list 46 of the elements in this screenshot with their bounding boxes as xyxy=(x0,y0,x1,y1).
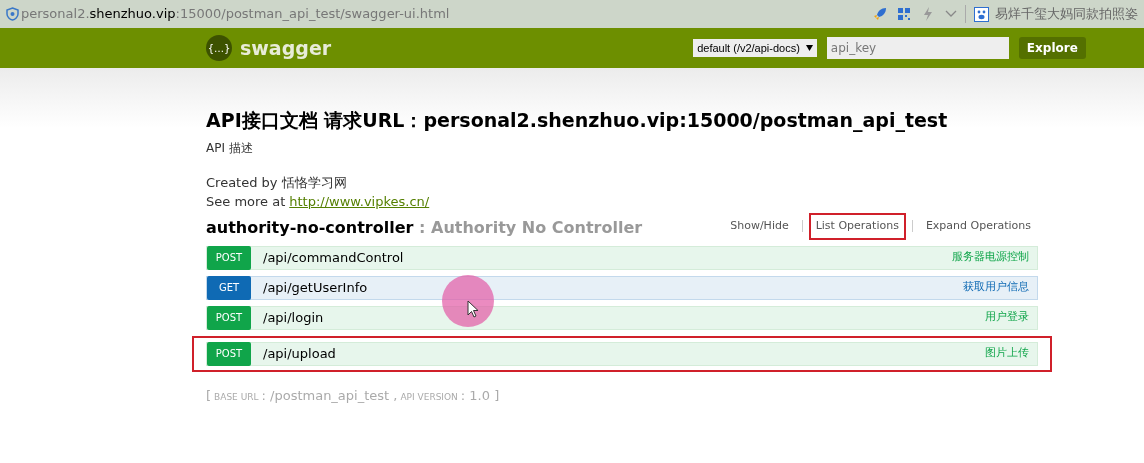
created-by-text: Created by 恬恪学习网 xyxy=(206,173,348,192)
logo-icon: {…} xyxy=(206,35,232,61)
chevron-down-icon[interactable] xyxy=(945,10,957,18)
method-badge: POST xyxy=(207,341,251,366)
operation-summary: 图片上传 xyxy=(985,345,1029,362)
brand-name: swagger xyxy=(240,35,332,61)
see-more-text: See more at xyxy=(206,193,286,211)
method-badge: POST xyxy=(207,245,251,270)
operation-summary: 服务器电源控制 xyxy=(952,249,1029,266)
api-key-field[interactable]: api_key xyxy=(826,37,1009,59)
operation-row[interactable]: POST /api/commandControl 服务器电源控制 xyxy=(206,245,1038,270)
operation-row[interactable]: POST /api/upload 图片上传 xyxy=(206,341,1038,366)
operation-path: /api/upload xyxy=(263,344,336,363)
action-link[interactable]: Show/Hide xyxy=(723,213,796,240)
action-link[interactable]: Expand Operations xyxy=(918,213,1038,240)
method-badge: POST xyxy=(207,305,251,330)
spec-select[interactable]: default (/v2/api-docs) xyxy=(693,39,817,57)
tab-title[interactable]: 易烊千玺大妈同款拍照姿 xyxy=(995,4,1138,24)
resource-description: : Authority No Controller xyxy=(418,217,643,237)
shield-icon xyxy=(6,7,19,21)
cursor-icon xyxy=(467,300,479,318)
operation-row[interactable]: POST /api/login 用户登录 xyxy=(206,305,1038,330)
dropdown-icon xyxy=(805,45,813,51)
api-version-label: API VERSION xyxy=(400,390,458,404)
method-badge: GET xyxy=(207,275,251,300)
action-link[interactable]: List Operations xyxy=(808,213,906,240)
page-title: API接口文档 请求URL：personal2.shenzhuo.vip:15000/postman_api_test xyxy=(206,108,949,134)
operation-row[interactable]: GET /api/getUserInfo 获取用户信息 xyxy=(206,275,1038,300)
operation-summary: 用户登录 xyxy=(985,309,1029,326)
base-url-value: : /postman_api_test , xyxy=(261,386,398,405)
description: API 描述 xyxy=(206,139,254,157)
operation-summary: 获取用户信息 xyxy=(963,279,1029,296)
lightning-icon[interactable] xyxy=(923,7,933,21)
qr-code-icon[interactable] xyxy=(897,7,911,21)
operation-path: /api/commandControl xyxy=(263,248,404,267)
api-version-value: : 1.0 ] xyxy=(460,386,500,405)
explore-button[interactable]: Explore xyxy=(1018,37,1086,59)
resource-name[interactable]: authority-no-controller xyxy=(206,217,414,237)
website-link[interactable]: http://www.vipkes.cn/ xyxy=(289,192,430,212)
url-text[interactable]: personal2.shenzhuo.vip:15000/postman_api_test/swagger-ui.html xyxy=(21,4,450,24)
rocket-icon[interactable] xyxy=(873,7,887,21)
bracket-text: [ xyxy=(206,386,212,405)
operation-path: /api/getUserInfo xyxy=(263,278,368,297)
operation-path: /api/login xyxy=(263,308,324,327)
paw-icon[interactable] xyxy=(974,6,989,22)
base-url-label: BASE URL xyxy=(214,390,259,404)
